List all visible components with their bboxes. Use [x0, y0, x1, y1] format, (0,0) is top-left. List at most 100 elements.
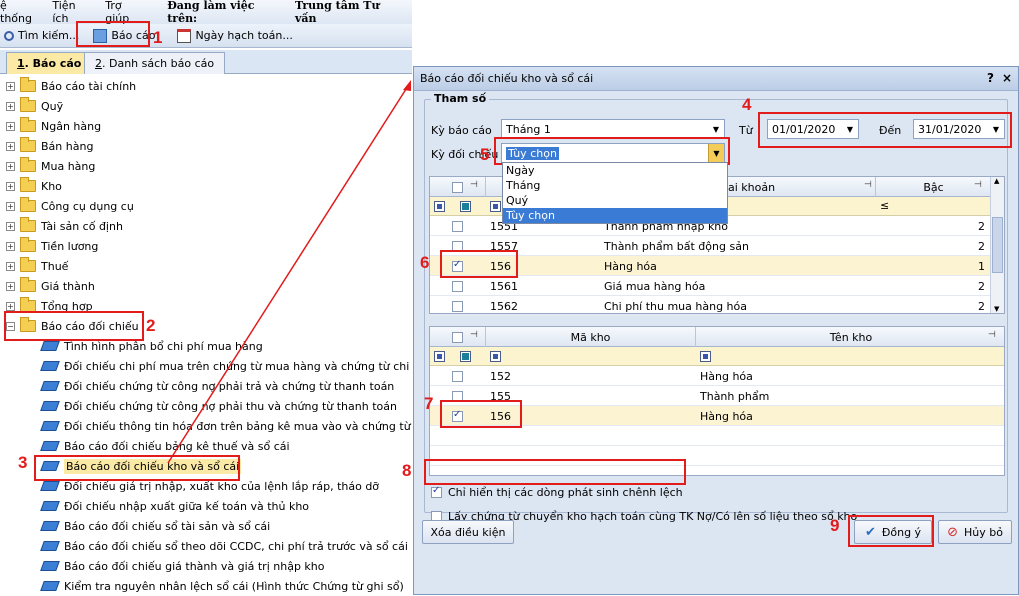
option-quarter[interactable]: Quý: [503, 193, 727, 208]
help-icon[interactable]: ?: [987, 71, 994, 85]
to-date-input[interactable]: 31/01/2020 ▼: [913, 119, 1005, 139]
diff-only-checkbox[interactable]: [431, 485, 442, 498]
chevron-down-icon: ▼: [712, 124, 720, 134]
tree-folder[interactable]: + Giá thành: [6, 276, 95, 296]
tree-folder[interactable]: + Mua hàng: [6, 156, 95, 176]
expand-toggle-icon[interactable]: +: [6, 201, 15, 211]
tree-report-item[interactable]: Báo cáo đối chiếu bảng kê thuế và sổ cái: [40, 436, 290, 456]
report-button[interactable]: Báo cáo: [89, 25, 159, 47]
report-book-icon: [40, 541, 60, 551]
filter-icon[interactable]: [700, 351, 711, 362]
tree-report-item[interactable]: Đối chiếu chứng từ công nợ phải trả và c…: [40, 376, 394, 396]
tree-folder[interactable]: + Bán hàng: [6, 136, 93, 156]
expand-toggle-icon[interactable]: +: [6, 141, 15, 151]
expand-toggle-icon[interactable]: +: [6, 81, 15, 91]
table-row[interactable]: 155 Thành phẩm: [430, 386, 1004, 406]
expand-toggle-icon[interactable]: +: [6, 101, 15, 111]
expand-toggle-icon[interactable]: +: [6, 221, 15, 231]
tab-reports[interactable]: 1. Báo cáo: [6, 52, 93, 74]
expand-toggle-icon[interactable]: +: [6, 261, 15, 271]
tree-report-item[interactable]: Báo cáo đối chiếu giá thành và giá trị n…: [40, 556, 325, 576]
accounting-date-button[interactable]: Ngày hạch toán...: [173, 25, 296, 47]
tree-report-item[interactable]: Tình hình phân bổ chi phí mua hàng: [40, 336, 263, 356]
table-row[interactable]: 1562 Chi phí thu mua hàng hóa 2: [430, 296, 1004, 316]
tree-report-item[interactable]: Kiểm tra nguyên nhân lệch sổ cái (Hình t…: [40, 576, 404, 596]
select-all-checkbox[interactable]: [452, 331, 463, 343]
tree-folder[interactable]: + Ngân hàng: [6, 116, 101, 136]
table-row[interactable]: 1557 Thành phẩm bất động sản 2: [430, 236, 1004, 256]
cancel-button[interactable]: ⊘ Hủy bỏ: [938, 520, 1012, 544]
tree-folder[interactable]: + Kho: [6, 176, 62, 196]
table-row[interactable]: 1561 Giá mua hàng hóa 2: [430, 276, 1004, 296]
option-custom[interactable]: Tùy chọn: [503, 208, 727, 223]
expand-toggle-icon[interactable]: −: [6, 321, 15, 331]
row-checkbox[interactable]: [452, 300, 463, 312]
row-checkbox[interactable]: [452, 259, 463, 272]
row-checkbox[interactable]: [452, 220, 463, 232]
accounts-scrollbar[interactable]: ▲ ▼: [990, 177, 1004, 313]
menu-help[interactable]: Trợ giúp: [105, 0, 147, 25]
tree-folder[interactable]: + Công cụ dụng cụ: [6, 196, 134, 216]
tree-folder[interactable]: + Tổng hợp: [6, 296, 93, 316]
tree-report-label: Báo cáo đối chiếu sổ tài sản và sổ cái: [64, 519, 271, 533]
tree-report-item[interactable]: Đối chiếu chi phí mua trên chứng từ mua …: [40, 356, 430, 376]
tree-report-item[interactable]: Đối chiếu nhập xuất giữa kế toán và thủ …: [40, 496, 309, 516]
tree-report-item[interactable]: Đối chiếu thông tin hóa đơn trên bảng kê…: [40, 416, 411, 436]
tree-folder-label: Tài sản cố định: [41, 219, 123, 233]
tree-folder[interactable]: + Tiền lương: [6, 236, 98, 256]
select-all-checkbox[interactable]: [452, 181, 463, 193]
filter-icon[interactable]: [490, 351, 501, 362]
menu-utilities[interactable]: Tiện ích: [52, 0, 93, 25]
ok-button[interactable]: ✔ Đồng ý: [854, 520, 932, 544]
scroll-up-icon[interactable]: ▲: [994, 177, 999, 185]
tree-report-item[interactable]: Đối chiếu giá trị nhập, xuất kho của lện…: [40, 476, 379, 496]
expand-toggle-icon[interactable]: +: [6, 181, 15, 191]
search-button[interactable]: Tìm kiếm...: [0, 25, 83, 47]
filter-icon[interactable]: [460, 351, 471, 362]
scroll-down-icon[interactable]: ▼: [994, 305, 999, 313]
tree-folder[interactable]: + Quỹ: [6, 96, 63, 116]
option-day[interactable]: Ngày: [503, 163, 727, 178]
compare-period-select[interactable]: Tùy chọn ▼: [501, 143, 725, 163]
option-diff-only[interactable]: Chỉ hiển thị các dòng phát sinh chênh lệ…: [431, 485, 683, 499]
tree-folder[interactable]: + Báo cáo tài chính: [6, 76, 136, 96]
table-row[interactable]: 156 Hàng hóa: [430, 406, 1004, 426]
col-warehouse-code-label: Mã kho: [570, 330, 611, 344]
scroll-thumb[interactable]: [992, 217, 1003, 273]
col-warehouse-code: Mã kho: [486, 327, 696, 347]
row-checkbox[interactable]: [452, 280, 463, 292]
row-checkbox[interactable]: [452, 390, 463, 402]
annotation-8: 8: [402, 461, 412, 480]
tree-report-item[interactable]: Đối chiếu chứng từ công nợ phải thu và c…: [40, 396, 397, 416]
tree-report-item[interactable]: Báo cáo đối chiếu sổ tài sản và sổ cái: [40, 516, 271, 536]
filter-icon[interactable]: [434, 201, 445, 212]
tree-folder[interactable]: − Báo cáo đối chiếu: [6, 316, 139, 336]
tree-report-item[interactable]: Báo cáo đối chiếu kho và sổ cái: [40, 456, 242, 476]
tree-folder[interactable]: + Tài sản cố định: [6, 216, 123, 236]
clear-conditions-button[interactable]: Xóa điều kiện: [422, 520, 514, 544]
expand-toggle-icon[interactable]: +: [6, 301, 15, 311]
tree-report-item[interactable]: Báo cáo đối chiếu sổ theo dõi CCDC, chi …: [40, 536, 408, 556]
expand-toggle-icon[interactable]: +: [6, 241, 15, 251]
tree-folder[interactable]: + Thuế: [6, 256, 68, 276]
filter-icon[interactable]: [490, 201, 501, 212]
filter-icon[interactable]: [460, 201, 471, 212]
from-date-input[interactable]: 01/01/2020 ▼: [767, 119, 859, 139]
tab-report-list[interactable]: 2. Danh sách báo cáo: [84, 52, 226, 74]
expand-toggle-icon[interactable]: +: [6, 121, 15, 131]
period-select[interactable]: Tháng 1 ▼: [501, 119, 725, 139]
expand-toggle-icon[interactable]: +: [6, 281, 15, 291]
to-date-value: 31/01/2020: [918, 123, 982, 136]
row-checkbox[interactable]: [452, 370, 463, 382]
option-month[interactable]: Tháng: [503, 178, 727, 193]
table-row[interactable]: 152 Hàng hóa: [430, 366, 1004, 386]
filter-icon[interactable]: [434, 351, 445, 362]
row-checkbox[interactable]: [452, 409, 463, 422]
close-icon[interactable]: ×: [1002, 71, 1012, 85]
table-row[interactable]: 156 Hàng hóa 1: [430, 256, 1004, 276]
row-checkbox[interactable]: [452, 240, 463, 252]
menu-system[interactable]: ệ thống: [0, 0, 40, 25]
expand-toggle-icon[interactable]: +: [6, 161, 15, 171]
level-filter-operator[interactable]: ≤: [880, 199, 889, 212]
folder-icon: [20, 77, 36, 92]
